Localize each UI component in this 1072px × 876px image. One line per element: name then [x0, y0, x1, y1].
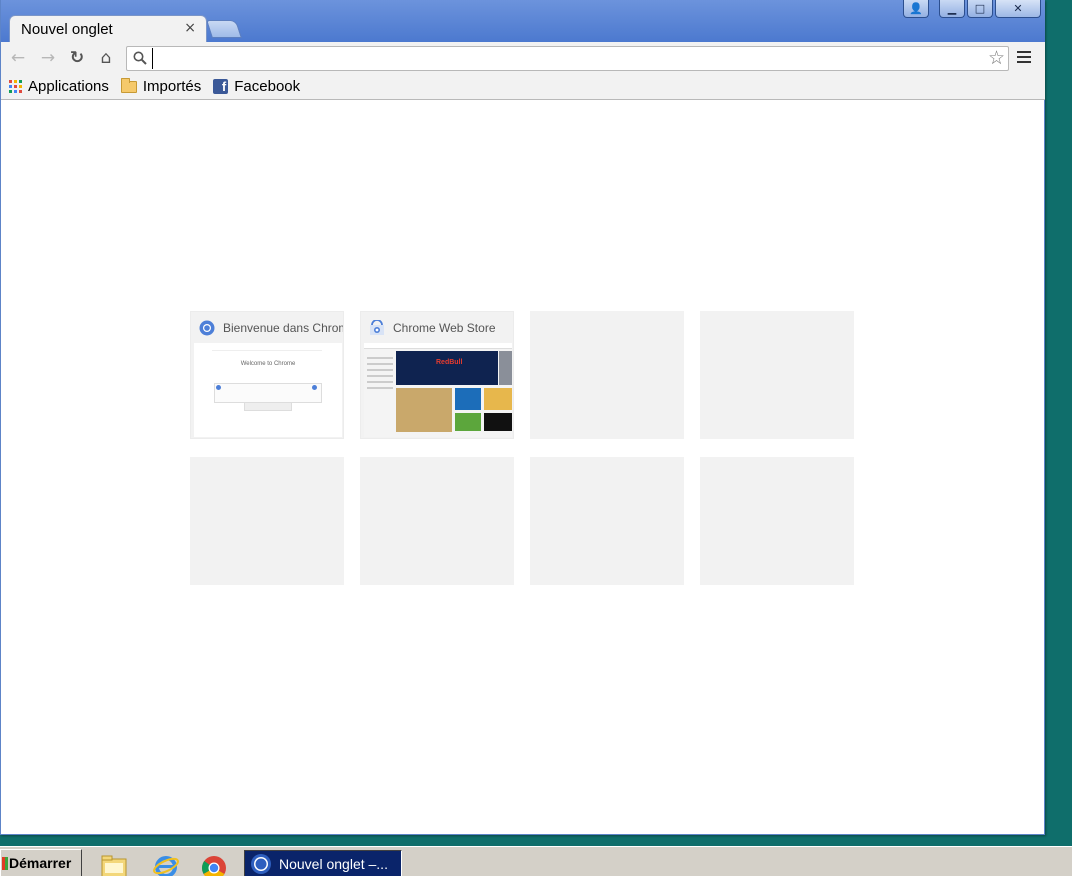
back-arrow-icon[interactable]: ←: [7, 48, 29, 68]
facebook-icon: f: [213, 79, 229, 94]
folder-icon[interactable]: [100, 853, 128, 876]
chrome-window: 👤 ▁ □ ✕ Nouvel onglet × ← → ↻ ⌂ ☆ Applic…: [0, 0, 1045, 835]
tile-header: Bienvenue dans Chrome: [191, 312, 343, 343]
windows-flag-icon: [2, 856, 8, 870]
search-icon: [133, 51, 147, 65]
tile-title: Bienvenue dans Chrome: [223, 320, 343, 335]
toolbar: ← → ↻ ⌂ ☆: [1, 42, 1045, 74]
reload-icon[interactable]: ↻: [66, 48, 88, 68]
tile-chrome-web-store[interactable]: Chrome Web Store RedBull: [360, 311, 514, 439]
tile-empty: [360, 457, 514, 585]
close-icon: ✕: [1013, 2, 1023, 15]
new-tab-button[interactable]: [206, 20, 242, 38]
tile-empty: [530, 311, 684, 439]
tab-close-icon[interactable]: ×: [184, 20, 196, 36]
chrome-icon[interactable]: [200, 853, 228, 876]
tab-nouvel-onglet[interactable]: Nouvel onglet ×: [9, 15, 207, 42]
thumbnail-heading: Welcome to Chrome: [240, 361, 296, 367]
home-icon[interactable]: ⌂: [95, 48, 117, 68]
start-button[interactable]: Démarrer: [0, 849, 82, 876]
window-controls: 👤 ▁ □ ✕: [903, 0, 1041, 18]
tile-empty: [530, 457, 684, 585]
tile-thumbnail: RedBull: [364, 343, 512, 437]
bookmark-label: Applications: [28, 78, 109, 95]
chrome-task-icon: [251, 853, 271, 874]
tile-header: Chrome Web Store: [361, 312, 513, 343]
forward-arrow-icon[interactable]: →: [37, 48, 59, 68]
apps-grid-icon: [9, 80, 22, 93]
bookmark-label: Importés: [142, 78, 202, 95]
taskbar: Démarrer Nouvel onglet –...: [0, 846, 1072, 876]
tile-empty: [700, 457, 854, 585]
minimize-icon: ▁: [947, 2, 957, 15]
bookmark-label: Facebook: [234, 78, 301, 95]
new-tab-page: Bienvenue dans Chrome Welcome to Chrome: [1, 101, 1044, 833]
minimize-button[interactable]: ▁: [939, 0, 965, 18]
start-label: Démarrer: [9, 855, 72, 871]
tile-empty: [700, 311, 854, 439]
bookmark-importes[interactable]: Importés: [120, 77, 202, 95]
chrome-menu-icon[interactable]: [1017, 51, 1031, 66]
web-store-icon: [370, 319, 384, 335]
maximize-icon: □: [974, 2, 986, 15]
bookmarks-bar: Applications Importés f Facebook: [1, 74, 1045, 100]
redbull-banner-text: RedBull: [436, 359, 463, 366]
bookmark-applications[interactable]: Applications: [9, 78, 109, 95]
tile-bienvenue[interactable]: Bienvenue dans Chrome Welcome to Chrome: [190, 311, 344, 439]
address-input[interactable]: [152, 48, 972, 69]
maximize-button[interactable]: □: [967, 0, 993, 18]
user-icon: 👤: [909, 2, 923, 15]
folder-icon: [120, 77, 137, 93]
task-label: Nouvel onglet –...: [279, 855, 388, 872]
internet-explorer-icon[interactable]: [152, 853, 180, 876]
tile-thumbnail: Welcome to Chrome: [194, 343, 342, 437]
bookmark-facebook[interactable]: f Facebook: [213, 78, 300, 95]
user-profile-button[interactable]: 👤: [903, 0, 929, 18]
tile-title: Chrome Web Store: [393, 320, 496, 335]
chrome-favicon-icon: [199, 320, 215, 335]
tile-empty: [190, 457, 344, 585]
bookmark-star-icon[interactable]: ☆: [988, 48, 1005, 69]
tab-title: Nouvel onglet: [21, 20, 113, 38]
task-nouvel-onglet[interactable]: Nouvel onglet –...: [244, 850, 402, 876]
omnibox[interactable]: ☆: [126, 46, 1009, 71]
close-window-button[interactable]: ✕: [995, 0, 1041, 18]
title-bar[interactable]: 👤 ▁ □ ✕ Nouvel onglet ×: [1, 0, 1045, 42]
